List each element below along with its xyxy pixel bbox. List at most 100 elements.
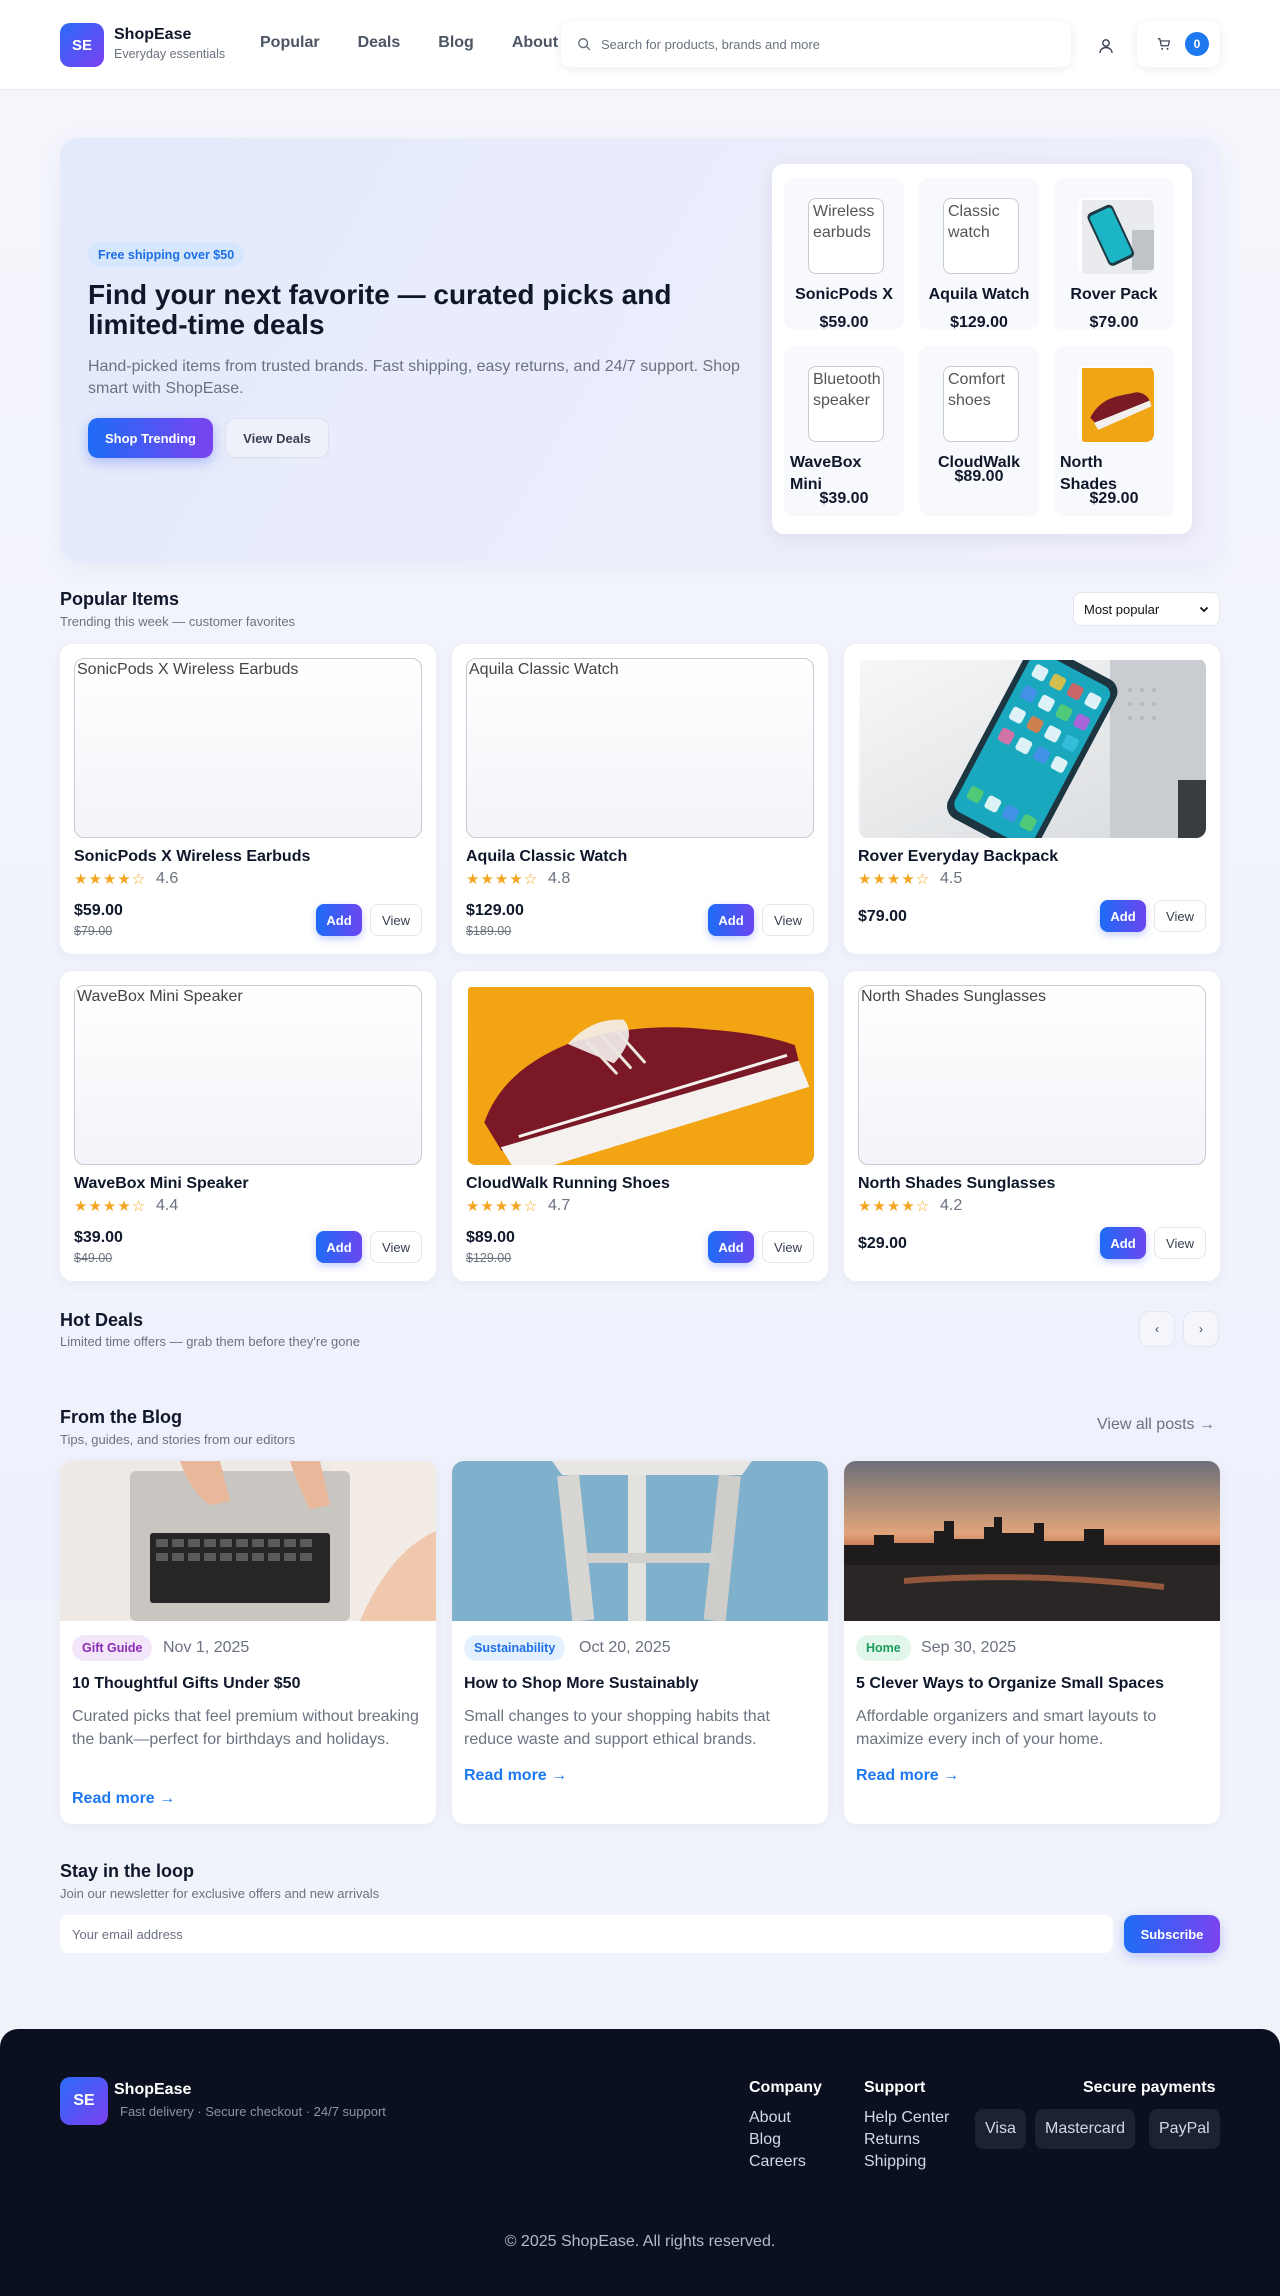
cart-button[interactable]: 0 bbox=[1137, 21, 1220, 67]
post-tag: Home bbox=[856, 1635, 911, 1661]
add-to-cart-button[interactable]: Add bbox=[316, 904, 362, 936]
product-name[interactable]: WaveBox Mini Speaker bbox=[74, 1175, 249, 1193]
view-product-button[interactable]: View bbox=[762, 904, 814, 936]
view-product-button[interactable]: View bbox=[1154, 1227, 1206, 1259]
laptop-photo bbox=[60, 1461, 436, 1621]
rating-value: 4.4 bbox=[156, 1197, 179, 1214]
rating-stars: ★★★★☆ bbox=[74, 871, 147, 888]
search-input[interactable] bbox=[601, 36, 1041, 52]
footer-link-blog[interactable]: Blog bbox=[749, 2131, 781, 2149]
product-name[interactable]: Aquila Classic Watch bbox=[466, 848, 627, 866]
search-bar bbox=[561, 21, 1071, 67]
rating-value: 4.5 bbox=[940, 870, 963, 887]
product-name[interactable]: North Shades Sunglasses bbox=[858, 1175, 1055, 1193]
chevron-down-icon bbox=[1199, 606, 1209, 613]
brand-name[interactable]: ShopEase bbox=[114, 26, 191, 44]
old-price: $189.00 bbox=[466, 924, 512, 938]
featured-item[interactable]: Classic watch Aquila Watch $129.00 bbox=[919, 178, 1039, 331]
main-nav: Popular Deals Blog About bbox=[260, 34, 596, 52]
product-price: $89.00 bbox=[466, 1229, 515, 1246]
read-more-link[interactable]: Read more → bbox=[72, 1790, 175, 1808]
post-title[interactable]: How to Shop More Sustainably bbox=[464, 1675, 699, 1693]
rating-value: 4.8 bbox=[548, 870, 571, 887]
product-card[interactable]: Rover Everyday Backpack ★★★★☆ 4.5 $79.00… bbox=[844, 644, 1220, 954]
old-price: $49.00 bbox=[74, 1251, 113, 1265]
add-to-cart-button[interactable]: Add bbox=[1100, 900, 1146, 932]
blog-title: From the Blog bbox=[60, 1407, 182, 1427]
product-card[interactable]: CloudWalk Running Shoes ★★★★☆ 4.7 $89.00… bbox=[452, 971, 828, 1281]
product-card[interactable]: WaveBox Mini Speaker WaveBox Mini Speake… bbox=[60, 971, 436, 1281]
deals-next-button[interactable]: › bbox=[1183, 1311, 1219, 1347]
blog-card[interactable]: Home Sep 30, 2025 5 Clever Ways to Organ… bbox=[844, 1461, 1220, 1824]
footer-logo-badge[interactable]: SE bbox=[60, 2077, 108, 2125]
read-more-link[interactable]: Read more → bbox=[464, 1767, 567, 1785]
view-product-button[interactable]: View bbox=[370, 904, 422, 936]
footer-link-shipping[interactable]: Shipping bbox=[864, 2153, 926, 2171]
blog-card[interactable]: Sustainability Oct 20, 2025 How to Shop … bbox=[452, 1461, 828, 1824]
featured-item-price: $129.00 bbox=[950, 314, 1008, 331]
deals-prev-button[interactable]: ‹ bbox=[1139, 1311, 1175, 1347]
rating-value: 4.2 bbox=[940, 1197, 963, 1214]
backpack-phone-photo bbox=[858, 658, 1206, 838]
featured-item[interactable]: Bluetooth speaker WaveBox Mini $39.00 bbox=[784, 346, 904, 516]
payment-visa: Visa bbox=[975, 2109, 1026, 2149]
hero-title: Find your next favorite — curated picks … bbox=[88, 279, 672, 340]
view-product-button[interactable]: View bbox=[1154, 900, 1206, 932]
footer-link-help-center[interactable]: Help Center bbox=[864, 2109, 949, 2127]
subscribe-button[interactable]: Subscribe bbox=[1124, 1915, 1220, 1953]
product-card[interactable]: North Shades Sunglasses North Shades Sun… bbox=[844, 971, 1220, 1281]
product-card[interactable]: SonicPods X Wireless Earbuds SonicPods X… bbox=[60, 644, 436, 954]
shipping-pill: Free shipping over $50 bbox=[88, 242, 245, 267]
nav-popular[interactable]: Popular bbox=[260, 34, 320, 52]
add-to-cart-button[interactable]: Add bbox=[1100, 1227, 1146, 1259]
product-name[interactable]: SonicPods X Wireless Earbuds bbox=[74, 848, 310, 866]
view-all-posts-link[interactable]: View all posts → bbox=[1097, 1416, 1215, 1434]
view-product-button[interactable]: View bbox=[370, 1231, 422, 1263]
newsletter-subtitle: Join our newsletter for exclusive offers… bbox=[60, 1886, 380, 1901]
footer-link-careers[interactable]: Careers bbox=[749, 2153, 806, 2171]
add-to-cart-button[interactable]: Add bbox=[708, 1231, 754, 1263]
featured-item[interactable]: Wireless earbuds SonicPods X $59.00 bbox=[784, 178, 904, 331]
post-tag: Sustainability bbox=[464, 1635, 566, 1661]
stool-photo bbox=[452, 1461, 828, 1621]
nav-blog[interactable]: Blog bbox=[438, 34, 474, 52]
blog-card[interactable]: Gift Guide Nov 1, 2025 10 Thoughtful Gif… bbox=[60, 1461, 436, 1824]
hero-subtitle: Hand-picked items from trusted brands. F… bbox=[88, 358, 740, 397]
sort-selected-value: Most popular bbox=[1084, 601, 1160, 617]
featured-item-price: $79.00 bbox=[1089, 314, 1139, 331]
post-title[interactable]: 5 Clever Ways to Organize Small Spaces bbox=[856, 1675, 1164, 1693]
product-price: $79.00 bbox=[858, 908, 907, 925]
rating-stars: ★★★★☆ bbox=[466, 1198, 539, 1215]
product-price: $129.00 bbox=[466, 902, 524, 919]
footer-link-about[interactable]: About bbox=[749, 2109, 791, 2127]
sort-select[interactable]: Most popular bbox=[1073, 592, 1220, 626]
post-date: Oct 20, 2025 bbox=[579, 1639, 671, 1656]
featured-item[interactable]: Rover Pack $79.00 bbox=[1054, 178, 1174, 331]
featured-item[interactable]: North Shades $29.00 bbox=[1054, 346, 1174, 516]
featured-item-name: Rover Pack bbox=[1070, 286, 1158, 303]
footer-link-returns[interactable]: Returns bbox=[864, 2131, 920, 2149]
add-to-cart-button[interactable]: Add bbox=[708, 904, 754, 936]
site-footer: SE ShopEase Fast delivery · Secure check… bbox=[0, 2029, 1280, 2296]
email-field[interactable] bbox=[60, 1915, 1113, 1953]
view-product-button[interactable]: View bbox=[762, 1231, 814, 1263]
nav-about[interactable]: About bbox=[512, 34, 558, 52]
featured-item-image: Wireless earbuds bbox=[808, 198, 884, 274]
popular-title: Popular Items bbox=[60, 589, 180, 609]
product-card[interactable]: Aquila Classic Watch Aquila Classic Watc… bbox=[452, 644, 828, 954]
product-name[interactable]: CloudWalk Running Shoes bbox=[466, 1175, 670, 1193]
logo-badge[interactable]: SE bbox=[60, 23, 104, 67]
featured-item[interactable]: Comfort shoes CloudWalk $89.00 bbox=[919, 346, 1039, 516]
nav-deals[interactable]: Deals bbox=[358, 34, 401, 52]
account-button[interactable] bbox=[1093, 33, 1119, 59]
product-name[interactable]: Rover Everyday Backpack bbox=[858, 848, 1058, 866]
read-more-link[interactable]: Read more → bbox=[856, 1767, 959, 1785]
add-to-cart-button[interactable]: Add bbox=[316, 1231, 362, 1263]
shop-trending-button[interactable]: Shop Trending bbox=[88, 418, 213, 458]
cart-icon bbox=[1157, 38, 1171, 50]
post-title[interactable]: 10 Thoughtful Gifts Under $50 bbox=[72, 1675, 300, 1693]
blog-subtitle: Tips, guides, and stories from our edito… bbox=[60, 1432, 296, 1447]
product-price: $29.00 bbox=[858, 1235, 907, 1252]
deals-subtitle: Limited time offers — grab them before t… bbox=[60, 1334, 360, 1349]
view-deals-button[interactable]: View Deals bbox=[225, 418, 329, 458]
